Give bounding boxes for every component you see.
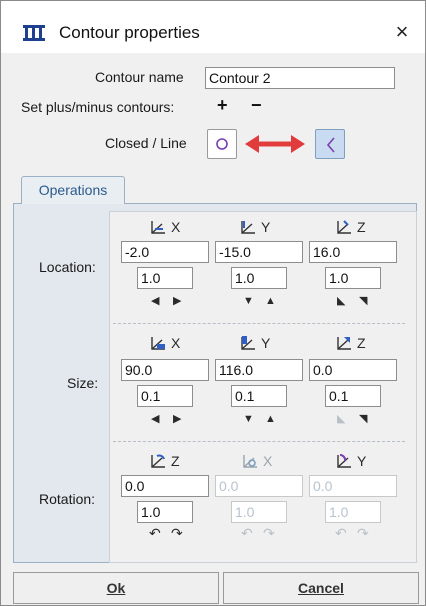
- location-y-step[interactable]: 1.0: [231, 267, 287, 289]
- location-z-decrease-arrow[interactable]: ◣: [337, 295, 345, 307]
- rotation-z-input[interactable]: 0.0: [121, 475, 209, 497]
- circle-icon: [215, 137, 229, 151]
- line-contour-button[interactable]: [315, 129, 345, 159]
- location-x-increase-arrow[interactable]: ▶: [173, 295, 181, 307]
- closed-line-label: Closed / Line: [105, 135, 187, 151]
- rotation-y-input[interactable]: 0.0: [309, 475, 397, 497]
- rotate-x-ccw-icon[interactable]: ↶: [241, 526, 253, 540]
- size-x-header: X: [149, 335, 180, 351]
- location-x-header: X: [149, 219, 180, 235]
- rotate-y-ccw-icon[interactable]: ↶: [335, 526, 347, 540]
- rotation-x-header: X: [241, 453, 272, 469]
- location-y-input[interactable]: -15.0: [215, 241, 303, 263]
- rotate-y-cw-icon[interactable]: ↷: [357, 526, 369, 540]
- rotate-x-icon: [241, 453, 259, 469]
- cancel-button[interactable]: Cancel: [223, 572, 419, 604]
- rotation-z-header: Z: [149, 453, 180, 469]
- size-x-decrease-arrow[interactable]: ◀: [151, 413, 159, 425]
- location-y-header: Y: [239, 219, 270, 235]
- contour-name-label: Contour name: [95, 69, 184, 85]
- rotation-x-step[interactable]: 1.0: [231, 501, 287, 523]
- rotation-label: Rotation:: [39, 491, 96, 507]
- rotate-z-icon: [149, 453, 167, 469]
- location-y-increase-arrow[interactable]: ▲: [265, 295, 276, 307]
- plus-button[interactable]: +: [217, 95, 228, 116]
- plusminus-label: Set plus/minus contours:: [21, 99, 175, 115]
- size-x-increase-arrow[interactable]: ▶: [173, 413, 181, 425]
- location-x-step[interactable]: 1.0: [137, 267, 193, 289]
- axis-x-icon: [149, 219, 167, 235]
- rotate-x-cw-icon[interactable]: ↷: [263, 526, 275, 540]
- size-z-icon: [335, 335, 353, 351]
- size-z-step[interactable]: 0.1: [325, 385, 381, 407]
- size-z-header: Z: [335, 335, 366, 351]
- rotate-z-cw-icon[interactable]: ↷: [171, 526, 183, 540]
- size-label: Size:: [67, 375, 99, 391]
- axis-y-icon: [239, 219, 257, 235]
- section-divider: [113, 441, 405, 442]
- rotate-z-ccw-icon[interactable]: ↶: [149, 526, 161, 540]
- app-logo-icon: [23, 25, 45, 41]
- size-x-input[interactable]: 90.0: [121, 359, 209, 381]
- axis-z-icon: [335, 219, 353, 235]
- size-y-increase-arrow[interactable]: ▲: [265, 413, 276, 425]
- closed-contour-button[interactable]: [207, 129, 237, 159]
- contour-name-input[interactable]: Contour 2: [205, 67, 395, 89]
- open-line-icon: [325, 137, 337, 153]
- size-y-icon: [239, 335, 257, 351]
- window-title: Contour properties: [59, 23, 200, 42]
- location-x-input[interactable]: -2.0: [121, 241, 209, 263]
- size-x-step[interactable]: 0.1: [137, 385, 193, 407]
- rotation-x-input[interactable]: 0.0: [215, 475, 303, 497]
- rotation-y-header: Y: [335, 453, 366, 469]
- location-x-decrease-arrow[interactable]: ◀: [151, 295, 159, 307]
- rotation-y-step[interactable]: 1.0: [325, 501, 381, 523]
- size-y-decrease-arrow[interactable]: ▼: [243, 413, 254, 425]
- ok-button[interactable]: Ok: [13, 572, 219, 604]
- contour-properties-dialog: Contour properties × Contour name Contou…: [0, 0, 426, 606]
- minus-button[interactable]: −: [251, 95, 262, 116]
- location-label: Location:: [39, 259, 96, 275]
- section-divider: [113, 323, 405, 324]
- location-z-header: Z: [335, 219, 366, 235]
- size-y-step[interactable]: 0.1: [231, 385, 287, 407]
- size-y-header: Y: [239, 335, 270, 351]
- location-z-step[interactable]: 1.0: [325, 267, 381, 289]
- tab-operations[interactable]: Operations: [21, 176, 125, 204]
- size-z-decrease-arrow[interactable]: ◣: [337, 413, 345, 425]
- size-x-icon: [149, 335, 167, 351]
- location-y-decrease-arrow[interactable]: ▼: [243, 295, 254, 307]
- location-z-increase-arrow[interactable]: ◥: [359, 295, 367, 307]
- title-bar: Contour properties ×: [1, 1, 425, 53]
- rotation-z-step[interactable]: 1.0: [137, 501, 193, 523]
- rotate-y-icon: [335, 453, 353, 469]
- size-z-input[interactable]: 0.0: [309, 359, 397, 381]
- size-y-input[interactable]: 116.0: [215, 359, 303, 381]
- close-button[interactable]: ×: [387, 17, 417, 47]
- double-arrow-icon: [245, 133, 305, 155]
- location-z-input[interactable]: 16.0: [309, 241, 397, 263]
- size-z-increase-arrow[interactable]: ◥: [359, 413, 367, 425]
